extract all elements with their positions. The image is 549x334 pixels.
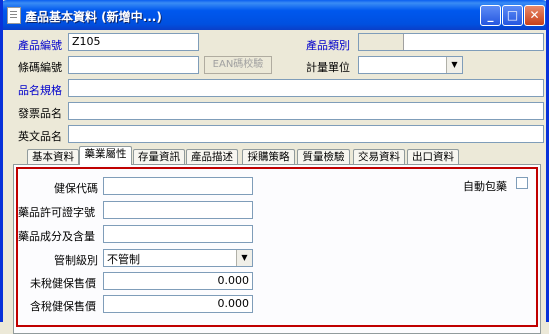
price-pretax-input[interactable]: 0.000 <box>103 272 253 290</box>
document-icon <box>7 7 21 24</box>
invoice-name-label: 發票品名 <box>18 107 62 120</box>
chevron-down-icon: ▼ <box>451 60 458 69</box>
ingredients-label: 藥品成分及含量 <box>18 230 95 243</box>
minimize-icon: _ <box>487 8 494 22</box>
spec-label: 品名規格 <box>18 84 62 97</box>
spec-input[interactable] <box>68 79 544 97</box>
maximize-icon: □ <box>506 8 519 22</box>
maximize-button[interactable]: □ <box>502 5 523 26</box>
product-category-input[interactable] <box>358 33 544 51</box>
tab-product-description[interactable]: 產品描述 <box>186 149 238 164</box>
tab-purchase-strategy[interactable]: 採購策略 <box>242 149 295 164</box>
window-title: 產品基本資料 (新增中...) <box>25 10 162 24</box>
control-level-label: 管制級別 <box>54 254 98 267</box>
tab-inventory-info[interactable]: 存量資訊 <box>133 149 185 164</box>
price-pretax-label: 未稅健保售價 <box>30 277 96 290</box>
english-name-input[interactable] <box>68 125 544 143</box>
title-bar[interactable]: 產品基本資料 (新增中...) _ □ ✕ <box>3 0 546 30</box>
ingredients-input[interactable] <box>103 225 253 243</box>
price-tax-label: 含稅健保售價 <box>30 300 96 313</box>
auto-pack-checkbox[interactable] <box>516 177 528 189</box>
price-tax-input[interactable]: 0.000 <box>103 295 253 313</box>
tab-quality-inspection[interactable]: 質量檢驗 <box>297 149 350 164</box>
product-code-label: 產品編號 <box>18 39 62 52</box>
tab-trade-data[interactable]: 交易資料 <box>353 149 405 164</box>
product-category-code <box>359 34 404 50</box>
control-level-value: 不管制 <box>107 253 140 266</box>
unit-dropdown-arrow[interactable]: ▼ <box>446 57 462 73</box>
unit-select[interactable]: ▼ <box>358 56 463 74</box>
product-code-input[interactable]: Z105 <box>68 33 199 51</box>
unit-label: 計量單位 <box>306 61 350 74</box>
tab-export-data[interactable]: 出口資料 <box>407 149 459 164</box>
barcode-label: 條碼編號 <box>18 61 62 74</box>
minimize-button[interactable]: _ <box>480 5 501 26</box>
auto-pack-label: 自動包藥 <box>463 180 507 193</box>
product-category-label: 產品類別 <box>306 39 350 52</box>
insurance-code-input[interactable] <box>103 177 253 195</box>
english-name-label: 英文品名 <box>18 130 62 143</box>
chevron-down-icon: ▼ <box>241 253 248 262</box>
control-level-dropdown-arrow[interactable]: ▼ <box>236 250 252 266</box>
tab-pharma-attributes[interactable]: 藥業屬性 <box>79 146 132 165</box>
tab-basic-info[interactable]: 基本資料 <box>27 149 79 164</box>
close-icon: ✕ <box>529 8 540 22</box>
license-no-label: 藥品許可證字號 <box>18 206 95 219</box>
barcode-input[interactable] <box>68 56 199 74</box>
invoice-name-input[interactable] <box>68 102 544 120</box>
insurance-code-label: 健保代碼 <box>54 182 98 195</box>
close-button[interactable]: ✕ <box>524 5 545 26</box>
control-level-select[interactable]: 不管制 ▼ <box>103 249 253 267</box>
license-no-input[interactable] <box>103 201 253 219</box>
ean-verify-button[interactable]: EAN碼校驗 <box>204 56 272 74</box>
